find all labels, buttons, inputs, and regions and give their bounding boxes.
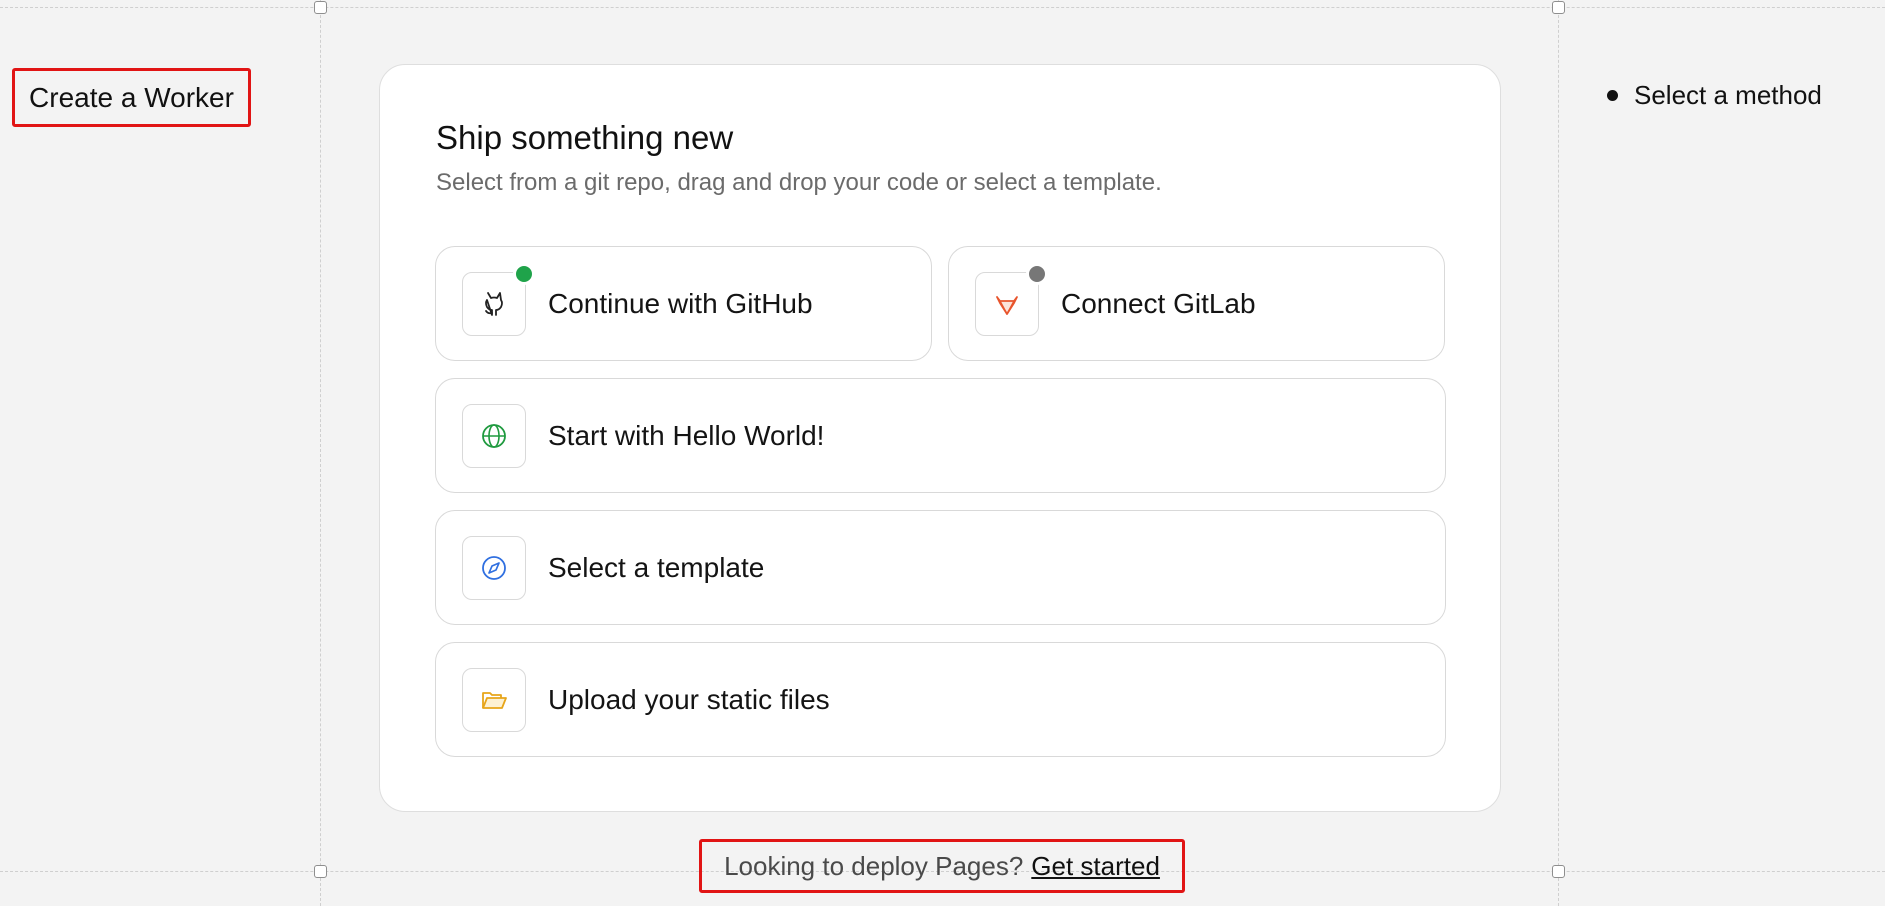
not-connected-status-dot (1026, 262, 1048, 285)
page-title: Create a Worker (29, 81, 234, 113)
card-title: Ship something new (436, 119, 734, 156)
ship-card: Ship something new Select from a git rep… (379, 64, 1501, 812)
guide-line-top (0, 7, 1885, 8)
github-icon (462, 262, 535, 336)
step-label: Select a method (1634, 80, 1822, 110)
resize-handle-bottom-left[interactable] (314, 865, 327, 878)
globe-icon (462, 403, 526, 468)
gitlab-icon (975, 262, 1048, 336)
option-label-template: Select a template (548, 551, 765, 583)
continue-with-github-button[interactable]: Continue with GitHub (435, 246, 932, 361)
folder-icon (462, 667, 526, 732)
option-label-upload: Upload your static files (548, 683, 830, 715)
select-template-button[interactable]: Select a template (435, 510, 1446, 625)
footer-prompt: Looking to deploy Pages? (724, 850, 1024, 881)
connect-gitlab-button[interactable]: Connect GitLab (948, 246, 1445, 361)
compass-icon (462, 535, 526, 600)
option-label-gitlab: Connect GitLab (1061, 287, 1256, 319)
start-hello-world-button[interactable]: Start with Hello World! (435, 378, 1446, 493)
guide-line-right (1558, 0, 1559, 906)
deploy-pages-footer: Looking to deploy Pages? Get started (699, 839, 1185, 893)
connected-status-dot (513, 262, 535, 285)
upload-static-files-button[interactable]: Upload your static files (435, 642, 1446, 757)
guide-line-left (320, 0, 321, 906)
resize-handle-bottom-right[interactable] (1552, 865, 1565, 878)
resize-handle-top-right[interactable] (1552, 1, 1565, 14)
step-indicator: Select a method (1607, 80, 1822, 111)
resize-handle-top-left[interactable] (314, 1, 327, 14)
card-subtitle: Select from a git repo, drag and drop yo… (436, 169, 1162, 196)
option-label-hello-world: Start with Hello World! (548, 419, 825, 451)
option-label-github: Continue with GitHub (548, 287, 813, 319)
step-bullet-icon (1607, 90, 1618, 101)
get-started-link[interactable]: Get started (1031, 851, 1160, 882)
